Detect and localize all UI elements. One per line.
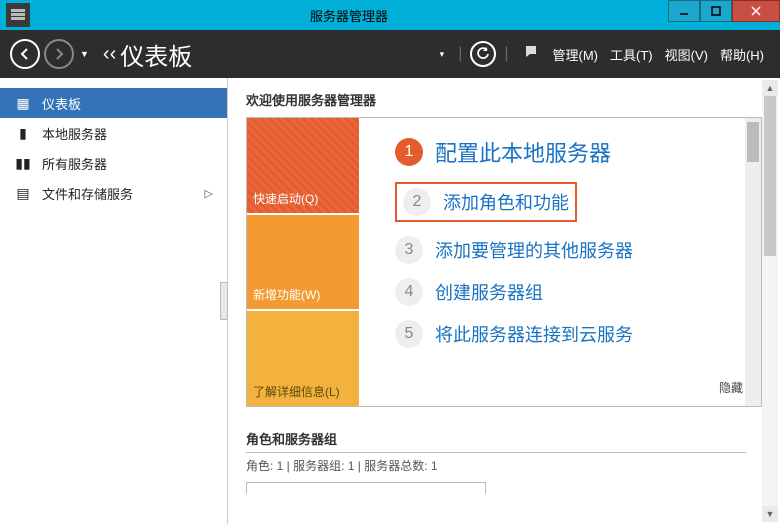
steps-area: 1 配置此本地服务器 2 添加角色和功能 3 添加要管理的其他服务器 4 创建服… — [359, 118, 761, 406]
tile-label: 快速启动(Q) — [253, 190, 318, 207]
sidebar-item-local-server[interactable]: ▮ 本地服务器 — [0, 118, 227, 148]
menu-view[interactable]: 视图(V) — [665, 45, 708, 64]
breadcrumb-label: 仪表板 — [120, 37, 192, 72]
close-button[interactable] — [732, 0, 780, 22]
sidebar-item-label: 本地服务器 — [42, 124, 107, 143]
storage-icon: ▤ — [14, 185, 32, 202]
notifications-button[interactable] — [523, 45, 541, 63]
menu-help[interactable]: 帮助(H) — [720, 45, 764, 64]
app-icon — [6, 3, 30, 27]
nav-back-button[interactable] — [10, 39, 40, 69]
step-number-badge: 4 — [395, 278, 423, 306]
step-number-badge: 3 — [395, 236, 423, 264]
sidebar-item-label: 所有服务器 — [42, 154, 107, 173]
step-4[interactable]: 4 创建服务器组 — [395, 278, 737, 306]
scroll-up-icon[interactable]: ▲ — [762, 80, 778, 96]
maximize-button[interactable] — [700, 0, 732, 22]
tile-column: 快速启动(Q) 新增功能(W) 了解详细信息(L) — [247, 118, 359, 406]
title-bar: 服务器管理器 — [0, 0, 780, 30]
scroll-down-icon[interactable]: ▼ — [762, 506, 778, 522]
dashboard-icon: ▦ — [14, 95, 32, 112]
sidebar-resize-grip[interactable] — [220, 282, 228, 320]
window-controls — [668, 0, 780, 30]
hide-link[interactable]: 隐藏 — [719, 379, 743, 396]
content-scrollbar[interactable]: ▲ ▼ — [762, 80, 778, 522]
expand-icon: ▷ — [205, 187, 213, 200]
tile-label: 了解详细信息(L) — [253, 383, 340, 400]
step-label: 配置此本地服务器 — [435, 136, 611, 168]
roles-groups-section: 角色和服务器组 角色: 1 | 服务器组: 1 | 服务器总数: 1 — [246, 429, 762, 494]
separator: | — [504, 45, 508, 63]
content-area: 欢迎使用服务器管理器 快速启动(Q) 新增功能(W) 了解详细信息(L) 1 配… — [228, 78, 780, 524]
sidebar-item-all-servers[interactable]: ▮▮ 所有服务器 — [0, 148, 227, 178]
step-5[interactable]: 5 将此服务器连接到云服务 — [395, 320, 737, 348]
window-title: 服务器管理器 — [30, 6, 668, 25]
nav-forward-button[interactable] — [44, 39, 74, 69]
panel-scrollbar[interactable] — [745, 118, 761, 406]
toolbar: ▼ ‹‹ 仪表板 ▾ | | 管理(M) 工具(T) 视图(V) 帮助(H) — [0, 30, 780, 78]
step-1[interactable]: 1 配置此本地服务器 — [395, 136, 737, 168]
step-label: 添加角色和功能 — [443, 189, 569, 215]
welcome-heading: 欢迎使用服务器管理器 — [246, 90, 762, 109]
scroll-thumb[interactable] — [764, 96, 776, 256]
welcome-panel: 快速启动(Q) 新增功能(W) 了解详细信息(L) 1 配置此本地服务器 2 添… — [246, 117, 762, 407]
menu-tools[interactable]: 工具(T) — [610, 45, 653, 64]
breadcrumb: ‹‹ 仪表板 — [103, 37, 192, 72]
separator: | — [458, 45, 462, 63]
tile-whatsnew[interactable]: 新增功能(W) — [247, 213, 359, 310]
step-label: 添加要管理的其他服务器 — [435, 237, 633, 263]
sidebar: ▦ 仪表板 ▮ 本地服务器 ▮▮ 所有服务器 ▤ 文件和存储服务 ▷ — [0, 78, 228, 524]
server-icon: ▮ — [14, 125, 32, 142]
minimize-button[interactable] — [668, 0, 700, 22]
sidebar-item-dashboard[interactable]: ▦ 仪表板 — [0, 88, 227, 118]
step-number-badge: 1 — [395, 138, 423, 166]
sidebar-item-file-storage[interactable]: ▤ 文件和存储服务 ▷ — [0, 178, 227, 208]
sidebar-item-label: 文件和存储服务 — [42, 184, 133, 203]
tile-quickstart[interactable]: 快速启动(Q) — [247, 118, 359, 213]
toolbar-dropdown[interactable]: ▾ — [440, 49, 445, 60]
group-tile-partial — [246, 482, 486, 494]
step-2-highlighted[interactable]: 2 添加角色和功能 — [395, 182, 737, 222]
step-3[interactable]: 3 添加要管理的其他服务器 — [395, 236, 737, 264]
step-number-badge: 5 — [395, 320, 423, 348]
step-label: 创建服务器组 — [435, 279, 543, 305]
divider — [246, 452, 746, 453]
groups-title: 角色和服务器组 — [246, 429, 762, 448]
servers-icon: ▮▮ — [14, 155, 32, 172]
tile-learnmore[interactable]: 了解详细信息(L) — [247, 309, 359, 406]
tile-label: 新增功能(W) — [253, 286, 320, 303]
sidebar-item-label: 仪表板 — [42, 94, 81, 113]
menu-manage[interactable]: 管理(M) — [553, 45, 599, 64]
step-number-badge: 2 — [403, 188, 431, 216]
groups-subtitle: 角色: 1 | 服务器组: 1 | 服务器总数: 1 — [246, 457, 762, 474]
refresh-button[interactable] — [470, 41, 496, 67]
nav-history-dropdown[interactable]: ▼ — [80, 49, 89, 59]
step-label: 将此服务器连接到云服务 — [435, 321, 633, 347]
breadcrumb-chevron-icon: ‹‹ — [103, 43, 116, 66]
